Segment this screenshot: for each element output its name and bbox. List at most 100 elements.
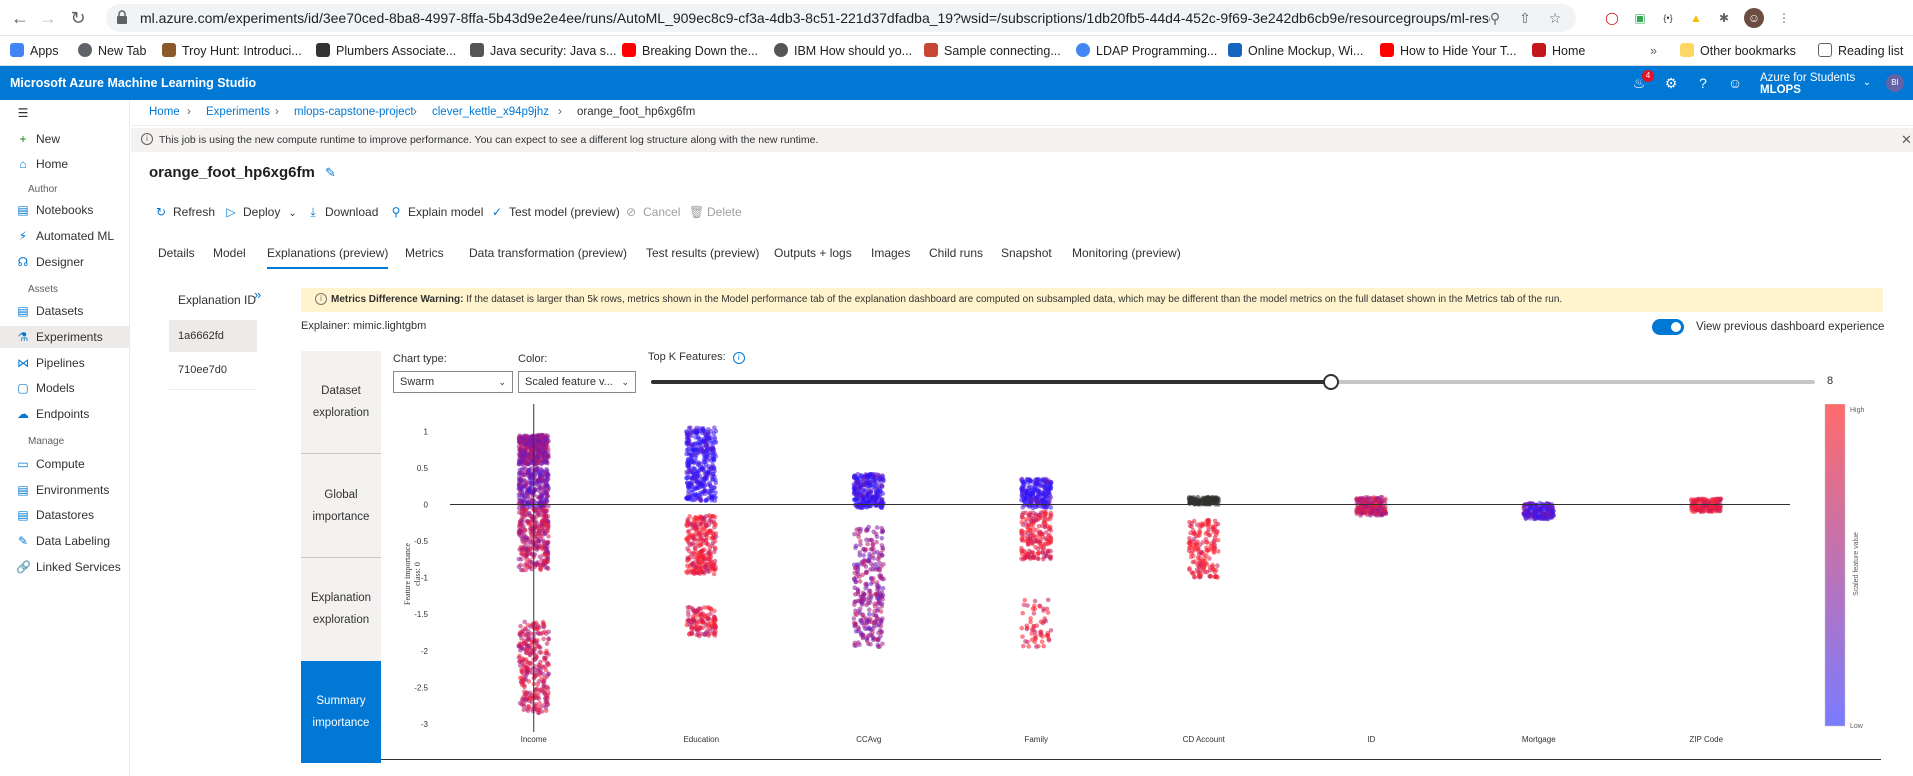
forward-icon[interactable]: → bbox=[36, 6, 60, 30]
extension-icon[interactable]: ▣ bbox=[1630, 8, 1650, 28]
other-bookmarks[interactable]: Other bookmarks bbox=[1680, 42, 1796, 60]
tab-model[interactable]: Model bbox=[213, 246, 246, 270]
data-point bbox=[1024, 501, 1030, 506]
nav-pipelines[interactable]: ⋈ Pipelines bbox=[0, 352, 130, 374]
nav-home[interactable]: ⌂ Home bbox=[0, 153, 130, 175]
data-point bbox=[711, 571, 717, 577]
deploy-button[interactable]: ▷ Deploy ⌄ bbox=[225, 203, 296, 221]
side-tab-global-importance[interactable]: Global importance bbox=[301, 454, 381, 557]
nav-datasets[interactable]: ▤ Datasets bbox=[0, 300, 130, 322]
close-icon[interactable]: ✕ bbox=[1901, 132, 1912, 148]
breadcrumb-experiments[interactable]: Experiments bbox=[206, 106, 270, 118]
nav-new[interactable]: + New bbox=[0, 128, 130, 150]
nav-designer[interactable]: ☊ Designer bbox=[0, 251, 130, 273]
tab-test-results[interactable]: Test results (preview) bbox=[646, 246, 759, 270]
tab-snapshot[interactable]: Snapshot bbox=[1001, 246, 1052, 270]
bookmark-item[interactable]: Breaking Down the... bbox=[622, 42, 758, 60]
topk-slider-thumb[interactable] bbox=[1323, 374, 1339, 390]
nav-notebooks[interactable]: ▤ Notebooks bbox=[0, 199, 130, 221]
tab-outputs-logs[interactable]: Outputs + logs bbox=[774, 246, 852, 270]
nav-datastores[interactable]: ▤ Datastores bbox=[0, 504, 130, 526]
hamburger-menu[interactable]: ☰ bbox=[0, 102, 130, 124]
share-icon[interactable]: ⇧ bbox=[1516, 9, 1534, 27]
gear-icon[interactable]: ⚙ bbox=[1662, 74, 1680, 92]
breadcrumb-home[interactable]: Home bbox=[149, 106, 180, 118]
address-bar[interactable]: ml.azure.com/experiments/id/3ee70ced-8ba… bbox=[106, 4, 1576, 32]
data-point bbox=[854, 475, 860, 481]
nav-experiments[interactable]: ⚗ Experiments bbox=[0, 326, 130, 348]
bookmark-item[interactable]: Sample connecting... bbox=[924, 42, 1061, 60]
refresh-button[interactable]: ↻ Refresh bbox=[155, 203, 215, 221]
data-point bbox=[871, 612, 876, 618]
help-icon[interactable]: ? bbox=[1694, 74, 1712, 92]
tab-details[interactable]: Details bbox=[158, 246, 195, 270]
bookmark-item[interactable]: Java security: Java s... bbox=[470, 42, 616, 60]
feedback-smiley-icon[interactable]: ☺ bbox=[1726, 74, 1744, 92]
nav-environments[interactable]: ▤ Environments bbox=[0, 479, 130, 501]
reading-list[interactable]: Reading list bbox=[1818, 42, 1903, 60]
avatar[interactable]: BI bbox=[1886, 74, 1904, 92]
nav-linked-services[interactable]: 🔗 Linked Services bbox=[0, 556, 130, 578]
side-tab-summary-importance[interactable]: Summary importance bbox=[301, 661, 381, 763]
extensions-puzzle-icon[interactable]: ✱ bbox=[1714, 8, 1734, 28]
nav-compute[interactable]: ▭ Compute bbox=[0, 453, 130, 475]
bookmark-item[interactable]: IBM How should yo... bbox=[774, 42, 912, 60]
chart-type-dropdown[interactable]: Swarm ⌄ bbox=[393, 371, 513, 393]
more-bookmarks-icon[interactable]: » bbox=[1650, 42, 1657, 60]
zoom-icon[interactable]: ⚲ bbox=[1486, 9, 1504, 27]
edit-pencil-icon[interactable]: ✎ bbox=[325, 165, 336, 180]
bookmark-item[interactable]: LDAP Programming... bbox=[1076, 42, 1217, 60]
nav-models[interactable]: ▢ Models bbox=[0, 377, 130, 399]
data-point bbox=[536, 710, 542, 716]
explanation-id-item[interactable]: 1a6662fd bbox=[169, 320, 257, 352]
nav-data-labeling[interactable]: ✎ Data Labeling bbox=[0, 530, 130, 552]
data-point bbox=[686, 482, 692, 488]
tab-explanations[interactable]: Explanations (preview) bbox=[267, 246, 389, 270]
explain-model-button[interactable]: ⚲ Explain model bbox=[390, 203, 484, 221]
side-tab-explanation-exploration[interactable]: Explanation exploration bbox=[301, 558, 381, 660]
collapse-double-chevron-icon[interactable]: » bbox=[254, 287, 261, 302]
tab-data-transformation[interactable]: Data transformation (preview) bbox=[469, 246, 627, 270]
delete-button[interactable]: 🗑 Delete bbox=[689, 203, 742, 221]
tab-child-runs[interactable]: Child runs bbox=[929, 246, 983, 270]
tab-images[interactable]: Images bbox=[871, 246, 910, 270]
breadcrumb-experiment[interactable]: mlops-capstone-project bbox=[294, 106, 414, 118]
bookmark-star-icon[interactable]: ☆ bbox=[1546, 9, 1564, 27]
bookmark-item[interactable]: Apps bbox=[10, 42, 59, 60]
test-model-button[interactable]: ✓ Test model (preview) bbox=[491, 203, 620, 221]
drive-icon[interactable]: ▲ bbox=[1686, 8, 1706, 28]
chevron-down-icon[interactable]: ⌄ bbox=[1858, 74, 1876, 92]
nav-endpoints[interactable]: ☁ Endpoints bbox=[0, 403, 130, 425]
data-point bbox=[517, 452, 523, 458]
cancel-button[interactable]: ⊘ Cancel bbox=[625, 203, 680, 221]
previous-dashboard-toggle[interactable] bbox=[1652, 319, 1684, 335]
bookmark-item[interactable]: Troy Hunt: Introduci... bbox=[162, 42, 302, 60]
download-button[interactable]: ⤓ Download bbox=[307, 203, 378, 221]
app-title[interactable]: Microsoft Azure Machine Learning Studio bbox=[10, 76, 256, 90]
bookmark-item[interactable]: Online Mockup, Wi... bbox=[1228, 42, 1363, 60]
back-icon[interactable]: ← bbox=[8, 6, 32, 30]
bookmark-item[interactable]: How to Hide Your T... bbox=[1380, 42, 1517, 60]
workspace-selector[interactable]: Azure for Students MLOPS bbox=[1760, 72, 1855, 96]
menu-icon[interactable]: ⋮ bbox=[1774, 8, 1794, 28]
bookmark-item[interactable]: Home bbox=[1532, 42, 1585, 60]
tab-monitoring[interactable]: Monitoring (preview) bbox=[1072, 246, 1181, 270]
reload-icon[interactable]: ↻ bbox=[66, 6, 90, 30]
explanation-id-item[interactable]: 710ee7d0 bbox=[169, 354, 257, 386]
side-tab-dataset-exploration[interactable]: Dataset exploration bbox=[301, 351, 381, 453]
info-icon[interactable]: i bbox=[732, 352, 745, 364]
x-tick-label: CD Account bbox=[1183, 735, 1226, 744]
topk-slider-track[interactable] bbox=[1331, 380, 1815, 384]
data-point bbox=[700, 476, 706, 482]
tab-metrics[interactable]: Metrics bbox=[405, 246, 444, 270]
data-point bbox=[1216, 549, 1221, 554]
color-dropdown[interactable]: Scaled feature v... ⌄ bbox=[518, 371, 636, 393]
extension-icon[interactable]: ◯ bbox=[1602, 8, 1622, 28]
bookmark-item[interactable]: Plumbers Associate... bbox=[316, 42, 456, 60]
bookmark-item[interactable]: New Tab bbox=[78, 42, 146, 60]
nav-automated-ml[interactable]: ⚡ Automated ML bbox=[0, 225, 130, 247]
extension-icon[interactable]: {•} bbox=[1658, 8, 1678, 28]
data-point bbox=[685, 439, 691, 445]
breadcrumb-parent-run[interactable]: clever_kettle_x94p9jhz bbox=[432, 106, 549, 118]
profile-avatar[interactable]: ☺ bbox=[1744, 8, 1764, 28]
